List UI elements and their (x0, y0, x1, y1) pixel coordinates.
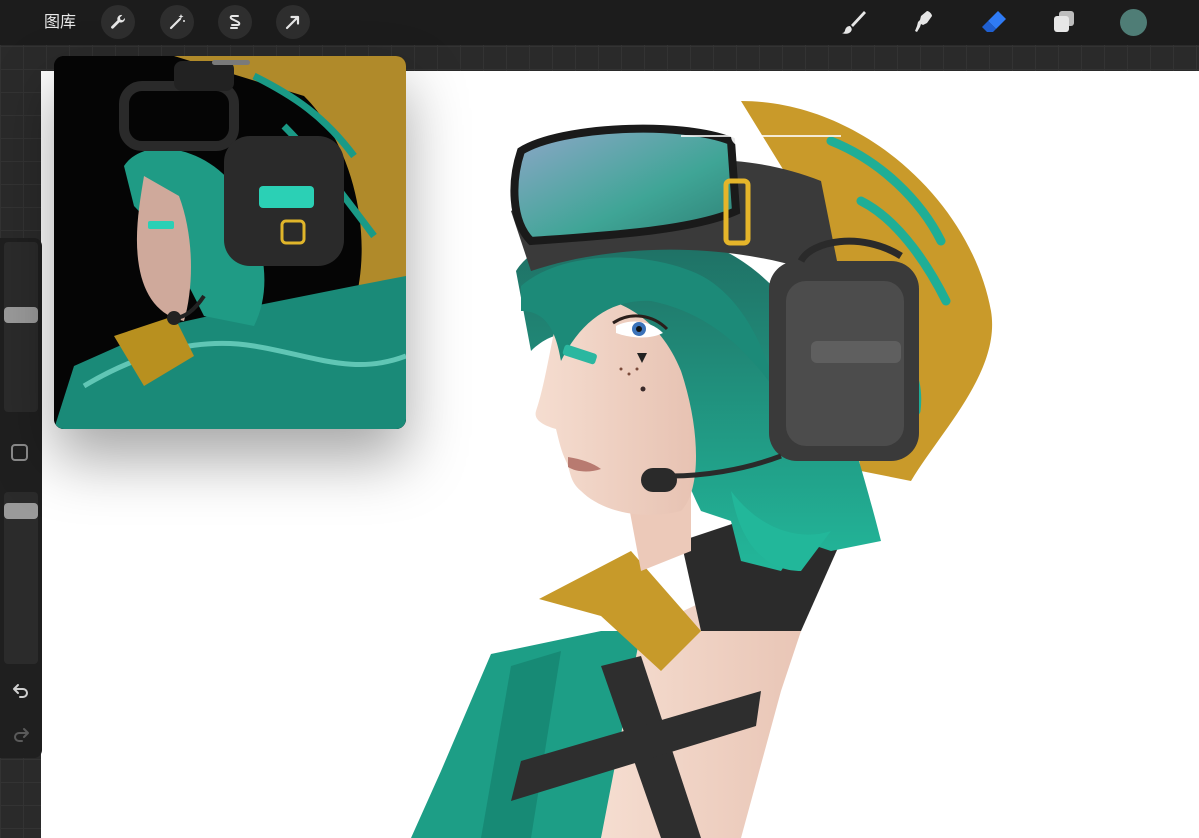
reference-drag-handle[interactable] (212, 60, 250, 65)
selection-button[interactable] (218, 5, 252, 39)
smudge-tool[interactable] (908, 6, 940, 38)
adjustments-button[interactable] (160, 5, 194, 39)
undo-button[interactable] (9, 678, 33, 702)
smudge-icon (915, 11, 932, 32)
opacity-slider[interactable] (4, 492, 38, 664)
transform-button[interactable] (276, 5, 310, 39)
undo-icon (13, 684, 28, 698)
brush-tool[interactable] (838, 6, 870, 38)
wrench-icon (111, 14, 126, 29)
magic-wand-icon (169, 14, 185, 30)
gallery-button[interactable]: 图库 (44, 11, 76, 33)
opacity-thumb[interactable] (4, 503, 38, 519)
actions-button[interactable] (101, 5, 135, 39)
eraser-tool[interactable] (978, 6, 1010, 38)
top-toolbar: 图库 (0, 0, 1199, 45)
transform-arrow-icon (285, 15, 300, 30)
brush-size-thumb[interactable] (4, 307, 38, 323)
reference-window[interactable] (54, 56, 406, 429)
brush-icon (842, 11, 866, 34)
modify-square-icon[interactable] (11, 444, 28, 461)
redo-icon (14, 728, 29, 742)
reference-image (54, 56, 406, 429)
left-sidebar (0, 238, 42, 758)
color-picker-swatch[interactable] (1120, 9, 1147, 36)
redo-button[interactable] (9, 722, 33, 746)
layers-tool[interactable] (1048, 6, 1080, 38)
eraser-icon (982, 11, 1006, 32)
selection-icon (229, 15, 241, 29)
layers-icon (1054, 11, 1074, 32)
brush-size-slider[interactable] (4, 242, 38, 412)
